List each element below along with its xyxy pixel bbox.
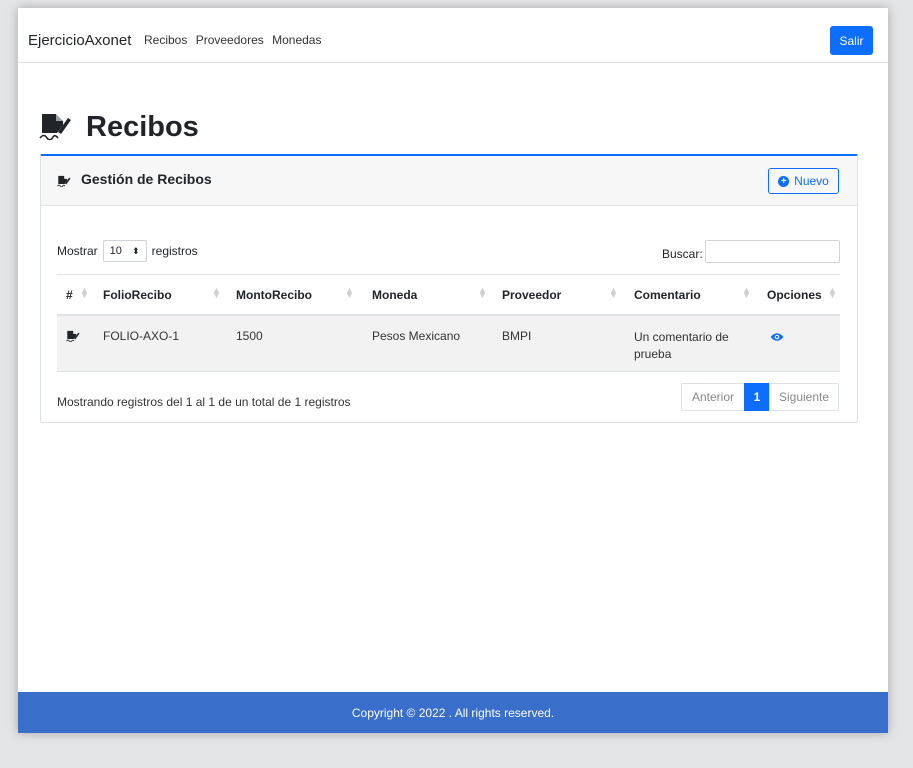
search-label: Buscar: [662, 247, 703, 261]
nav-link-proveedores[interactable]: Proveedores [196, 33, 264, 47]
eye-icon[interactable] [770, 331, 784, 345]
brand-link[interactable]: EjercicioAxonet [28, 32, 131, 49]
select-arrows-icon: ⬍ [132, 245, 140, 256]
receipts-table: # ▲ ▼ FolioRecibo ▲ ▼ MontoRecibo ▲ ▼ Moned… [57, 274, 840, 372]
col-proveedor[interactable]: Proveedor [502, 288, 561, 302]
signature-icon [66, 330, 80, 345]
plus-circle-icon: + [778, 175, 790, 187]
nav-link-recibos[interactable]: Recibos [144, 33, 187, 47]
col-opciones[interactable]: Opciones [767, 288, 822, 302]
sort-icon: ▲ ▼ [742, 285, 751, 300]
prev-page-button[interactable]: Anterior [681, 383, 745, 411]
copyright-text: Copyright © 2022 . All rights reserved. [351, 705, 555, 720]
sort-icon: ▲ ▼ [212, 285, 221, 300]
card-header: Gestión de Recibos + Nuevo [41, 156, 857, 206]
card-title: Gestión de Recibos [81, 171, 212, 187]
cell-comentario: Un comentario de prueba [634, 330, 729, 361]
pagination: Anterior 1 Siguiente [681, 383, 839, 411]
show-prefix: Mostrar [57, 244, 98, 258]
receipts-card: Gestión de Recibos + Nuevo Mostrar 10 ⬍ … [40, 154, 858, 423]
sort-icon: ▲ ▼ [828, 285, 837, 300]
page-length-value: 10 [109, 245, 122, 257]
page-length-select[interactable]: 10 ⬍ [102, 240, 147, 262]
col-moneda[interactable]: Moneda [372, 288, 417, 302]
table-info: Mostrando registros del 1 al 1 de un tot… [57, 395, 351, 409]
nav-link-monedas[interactable]: Monedas [272, 33, 321, 47]
new-receipt-button[interactable]: + Nuevo [768, 168, 839, 194]
table-row: FOLIO-AXO-1 1500 Pesos Mexicano BMPI Un … [57, 316, 840, 372]
cell-proveedor: BMPI [502, 329, 532, 343]
col-folio[interactable]: FolioRecibo [103, 288, 172, 302]
app-window: EjercicioAxonet Recibos Proveedores Mone… [18, 8, 888, 733]
signature-icon [57, 175, 71, 190]
col-comentario[interactable]: Comentario [634, 288, 701, 302]
cell-moneda: Pesos Mexicano [372, 329, 461, 343]
sort-icon: ▲ ▼ [80, 285, 89, 300]
cell-monto: 1500 [236, 329, 263, 343]
navbar: EjercicioAxonet Recibos Proveedores Mone… [18, 8, 888, 63]
logout-button[interactable]: Salir [830, 26, 873, 55]
show-suffix: registros [151, 244, 198, 258]
page-length-control: Mostrar 10 ⬍ registros [57, 240, 198, 262]
next-page-button[interactable]: Siguiente [769, 383, 839, 411]
page-title: Recibos [86, 110, 199, 143]
sort-icon: ▲ ▼ [478, 285, 487, 300]
sort-icon: ▲ ▼ [345, 285, 354, 300]
nav-links: Recibos Proveedores Monedas [144, 33, 326, 47]
cell-folio: FOLIO-AXO-1 [103, 329, 180, 343]
search-input[interactable] [705, 240, 840, 263]
footer: Copyright © 2022 . All rights reserved. [18, 692, 888, 733]
page-title-block: Recibos [39, 107, 199, 147]
col-number[interactable]: # [66, 288, 73, 302]
signature-icon [39, 112, 72, 143]
new-button-label: Nuevo [794, 174, 829, 188]
col-monto[interactable]: MontoRecibo [236, 288, 312, 302]
sort-icon: ▲ ▼ [609, 285, 618, 300]
page-1-button[interactable]: 1 [744, 383, 770, 411]
table-header: # ▲ ▼ FolioRecibo ▲ ▼ MontoRecibo ▲ ▼ Moned… [57, 274, 840, 316]
